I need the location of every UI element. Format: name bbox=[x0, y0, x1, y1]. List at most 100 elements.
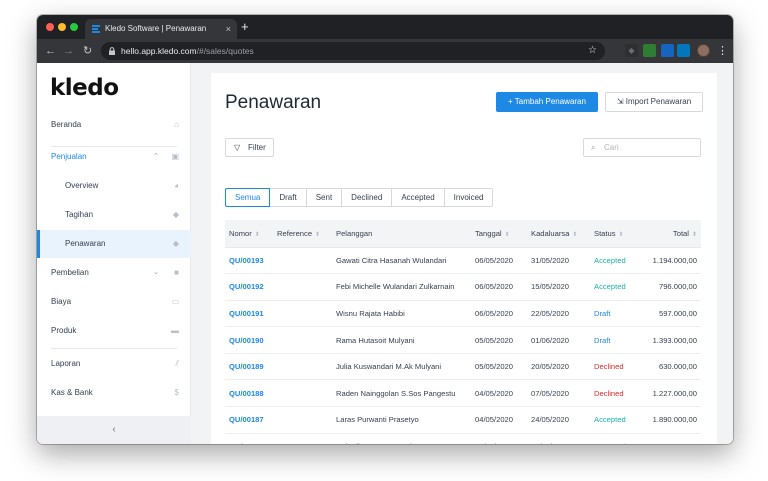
customer-cell: Raden Nainggolan S.Sos Pangestu bbox=[332, 379, 471, 408]
customer-cell: Laras Purwanti Prasetyo bbox=[332, 406, 471, 434]
tab-title: Kledo Software | Penawaran bbox=[105, 24, 207, 33]
column-header-nomor[interactable]: Nomor ⬍ bbox=[225, 220, 273, 248]
customer-cell: Julia Kuswandari M.Ak Mulyani bbox=[332, 353, 471, 381]
reference-cell bbox=[273, 326, 332, 354]
total-cell: 1.227.000,00 bbox=[640, 379, 701, 408]
sort-icon: ⬍ bbox=[254, 231, 260, 238]
table-row[interactable]: QU/00188 Raden Nainggolan S.Sos Pangestu 0… bbox=[225, 379, 701, 408]
table-row[interactable]: QU/00190 Rama Hutasoit Mulyani 05/05/2020 0… bbox=[225, 326, 701, 354]
status-badge: Accepted bbox=[590, 433, 640, 444]
total-cell: 796.000,00 bbox=[640, 273, 701, 301]
reference-cell bbox=[273, 300, 332, 328]
back-arrow-icon[interactable]: ← bbox=[45, 39, 56, 63]
reload-icon[interactable]: ↻ bbox=[83, 39, 92, 63]
sidebar-item-produk[interactable]: Produk ▬ bbox=[37, 317, 191, 345]
customer-cell: Gawati Citra Hasanah Wulandari bbox=[332, 247, 471, 275]
profile-avatar[interactable] bbox=[697, 44, 710, 57]
url-path: /#/sales/quotes bbox=[196, 46, 254, 56]
sidebar-item-penawaran[interactable]: Penawaran ◆ bbox=[37, 230, 191, 258]
column-header-status[interactable]: Status ⬍ bbox=[590, 220, 640, 248]
sidebar-item-laporan[interactable]: Laporan ⫽ bbox=[37, 350, 191, 378]
sidebar-item-kas-bank[interactable]: Kas & Bank $ bbox=[37, 379, 191, 407]
quote-number-link[interactable]: QU/00186 bbox=[225, 433, 273, 444]
bookmark-star-icon[interactable]: ☆ bbox=[588, 42, 597, 60]
chevron-down-icon: ⌄ bbox=[153, 269, 159, 276]
column-header-tanggal[interactable]: Tanggal ⬍ bbox=[471, 220, 527, 248]
sidebar-item-biaya[interactable]: Biaya ▭ bbox=[37, 288, 191, 316]
table-row[interactable]: QU/00186 Cakrajiya Hutapea Rahayu04/05/20… bbox=[225, 433, 701, 444]
sidebar-item-tagihan[interactable]: Tagihan ◆ bbox=[37, 201, 191, 229]
tab-invoiced[interactable]: Invoiced bbox=[444, 188, 494, 207]
browser-tab[interactable]: Kledo Software | Penawaran × bbox=[85, 19, 237, 39]
sidebar-item-beranda[interactable]: Beranda ⌂ bbox=[37, 111, 191, 139]
column-header-reference[interactable]: Reference ⬍ bbox=[273, 220, 332, 248]
customer-cell: Cakrajiya Hutapea Rahayu bbox=[332, 433, 471, 444]
table-row[interactable]: QU/00189 Julia Kuswandari M.Ak Mulyani 05/… bbox=[225, 353, 701, 381]
filter-button[interactable]: ▽ Filter bbox=[225, 138, 274, 157]
sidebar-item-label: Tagihan bbox=[65, 210, 94, 219]
expiry-cell: 15/05/2020 bbox=[527, 273, 590, 301]
sidebar-item-pembelian[interactable]: Pembelian ⌄ ■ bbox=[37, 259, 191, 287]
close-window-button[interactable] bbox=[46, 23, 54, 31]
add-quote-button[interactable]: + Tambah Penawaran bbox=[496, 92, 598, 112]
close-tab-icon[interactable]: × bbox=[226, 19, 231, 39]
maximize-window-button[interactable] bbox=[70, 23, 78, 31]
sort-icon: ⬍ bbox=[504, 231, 510, 238]
quote-number-link[interactable]: QU/00191 bbox=[225, 300, 273, 328]
new-tab-button[interactable]: + bbox=[241, 18, 249, 36]
tab-semua[interactable]: Semua bbox=[225, 188, 271, 207]
extension-icon[interactable] bbox=[643, 44, 656, 57]
app-area: kledo Beranda ⌂ Penjualan ⌃ ▣ Overview ◕… bbox=[37, 63, 733, 444]
tab-accepted[interactable]: Accepted bbox=[392, 188, 445, 207]
extension-icon[interactable]: ◆ bbox=[625, 44, 638, 57]
date-cell: 04/05/2020 bbox=[471, 433, 527, 444]
quote-number-link[interactable]: QU/00190 bbox=[225, 326, 273, 354]
kledo-logo[interactable]: kledo bbox=[50, 75, 119, 101]
minimize-window-button[interactable] bbox=[58, 23, 66, 31]
table-row[interactable]: QU/00192 Febi Michelle Wulandari Zulkarna… bbox=[225, 273, 701, 301]
quote-number-link[interactable]: QU/00192 bbox=[225, 273, 273, 301]
customer-cell: Febi Michelle Wulandari Zulkarnain bbox=[332, 273, 471, 301]
tab-sent[interactable]: Sent bbox=[306, 188, 343, 207]
tab-declined[interactable]: Declined bbox=[342, 188, 393, 207]
quote-number-link[interactable]: QU/00193 bbox=[225, 247, 273, 275]
quote-number-link[interactable]: QU/00187 bbox=[225, 406, 273, 434]
reference-cell bbox=[273, 353, 332, 381]
sidebar-item-overview[interactable]: Overview ◕ bbox=[37, 172, 191, 200]
import-quote-button[interactable]: ⇲ Import Penawaran bbox=[605, 92, 703, 112]
forward-arrow-icon[interactable]: → bbox=[63, 39, 74, 63]
sidebar-item-penjualan[interactable]: Penjualan ⌃ ▣ bbox=[37, 143, 191, 171]
chevron-up-icon: ⌃ bbox=[153, 153, 159, 160]
tag-icon: ◆ bbox=[172, 239, 179, 248]
sidebar-item-label: Produk bbox=[51, 326, 77, 335]
browser-menu-icon[interactable]: ⋮ bbox=[717, 39, 728, 63]
customer-cell: Rama Hutasoit Mulyani bbox=[332, 326, 471, 354]
tab-draft[interactable]: Draft bbox=[270, 188, 307, 207]
expiry-cell: 20/05/2020 bbox=[527, 353, 590, 381]
url-host: hello.app.kledo.com bbox=[121, 46, 197, 56]
column-header-pelanggan[interactable]: Pelanggan bbox=[332, 220, 471, 248]
pie-icon: ◕ bbox=[174, 181, 179, 190]
extension-icon[interactable] bbox=[677, 44, 690, 57]
column-header-total[interactable]: Total ⬍ bbox=[640, 220, 701, 248]
sidebar-item-label: Penawaran bbox=[65, 239, 106, 248]
address-bar[interactable]: hello.app.kledo.com/#/sales/quotes ☆ bbox=[101, 42, 605, 60]
reference-cell bbox=[273, 379, 332, 408]
kledo-favicon-icon bbox=[92, 25, 100, 33]
total-cell: 1.194.000,00 bbox=[640, 247, 701, 275]
sort-icon: ⬍ bbox=[315, 231, 321, 238]
status-tabs: Semua Draft Sent Declined Accepted Invoi… bbox=[225, 188, 494, 207]
quote-number-link[interactable]: QU/00188 bbox=[225, 379, 273, 408]
status-badge: Accepted bbox=[590, 406, 640, 434]
table-row[interactable]: QU/00193 Gawati Citra Hasanah Wulandari 06… bbox=[225, 247, 701, 275]
search-input[interactable]: ⌕ Cari bbox=[583, 138, 701, 157]
quote-number-link[interactable]: QU/00189 bbox=[225, 353, 273, 381]
column-header-kadaluarsa[interactable]: Kadaluarsa ⬍ bbox=[527, 220, 590, 248]
table-row[interactable]: QU/00187 Laras Purwanti Prasetyo 04/05/202… bbox=[225, 406, 701, 434]
box-icon: ▬ bbox=[171, 326, 179, 335]
reference-cell bbox=[273, 433, 332, 444]
table-row[interactable]: QU/00191 Wisnu Rajata Habibi 06/05/2020 22/… bbox=[225, 300, 701, 328]
extension-icon[interactable] bbox=[661, 44, 674, 57]
collapse-sidebar-button[interactable]: ‹ bbox=[37, 416, 191, 444]
sidebar-item-label: Laporan bbox=[51, 359, 81, 368]
